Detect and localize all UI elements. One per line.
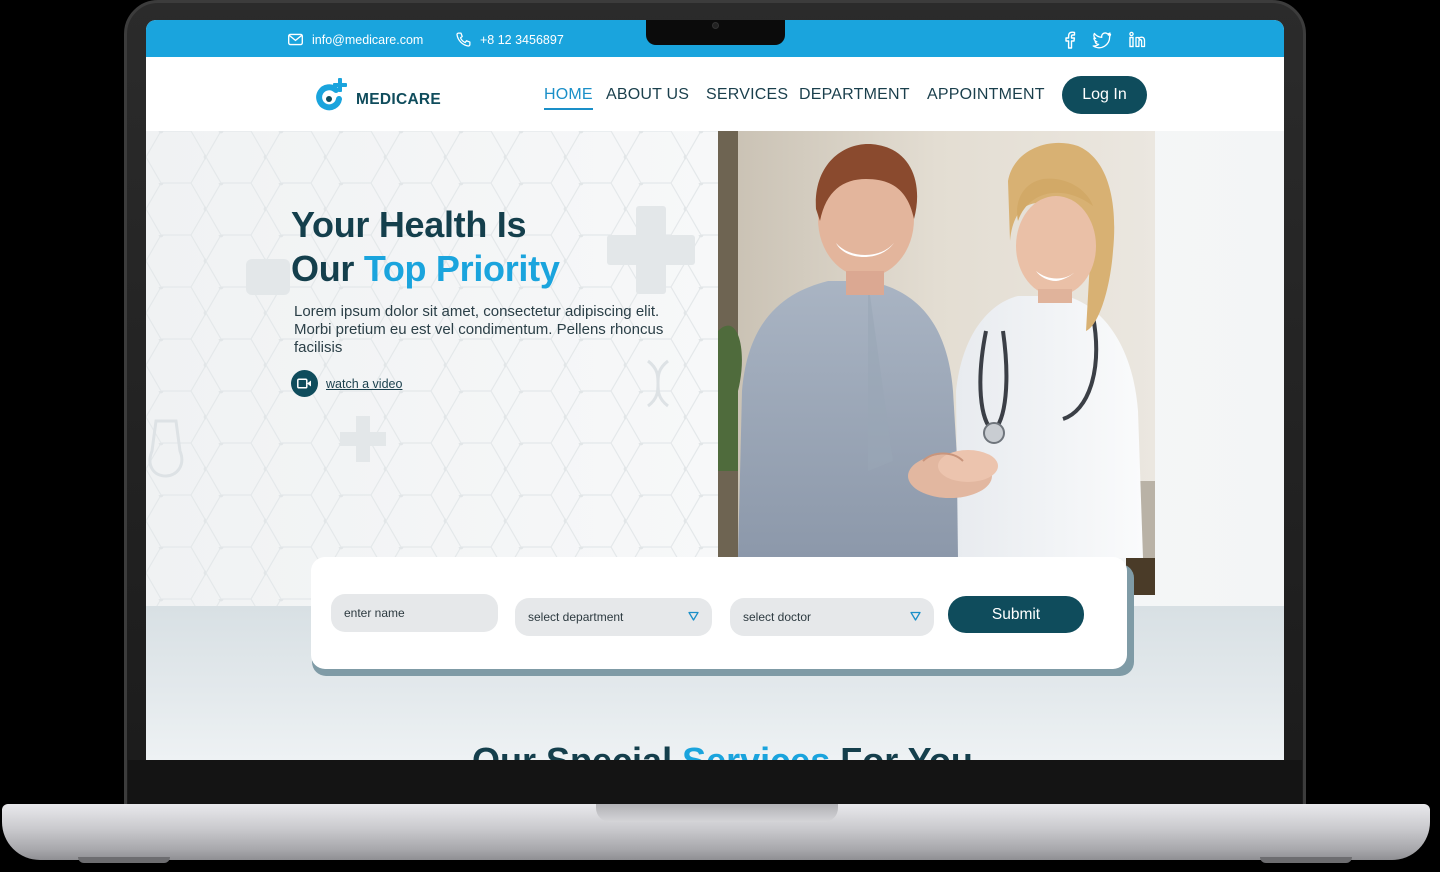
hero-section: Your Health Is Our Top Priority Lorem ip…: [146, 131, 1284, 606]
chevron-down-icon: [910, 611, 921, 621]
watch-video-label: watch a video: [326, 376, 403, 391]
facebook-icon[interactable]: [1060, 30, 1080, 50]
nav-home[interactable]: HOME: [544, 86, 593, 110]
laptop-foot: [78, 857, 170, 863]
laptop-screen: info@medicare.com +8 12 3456897 MEDICARE…: [146, 20, 1284, 760]
nav-home-label: HOME: [544, 86, 593, 103]
headline-accent: Top Priority: [363, 248, 560, 289]
medical-cross-logo-icon: [316, 78, 347, 111]
headline-prefix: Our: [291, 248, 364, 289]
laptop-hinge-groove: [596, 804, 838, 822]
nav-department[interactable]: DEPARTMENT: [799, 86, 910, 104]
headline-line-1: Your Health Is: [291, 204, 527, 245]
watch-video-link[interactable]: watch a video: [291, 370, 402, 397]
services-heading-suffix: For You: [830, 740, 973, 760]
submit-button-label: Submit: [991, 605, 1041, 623]
phone-text: +8 12 3456897: [480, 32, 564, 47]
department-select[interactable]: select department: [515, 598, 712, 636]
services-heading: Our Special Services For You: [472, 740, 973, 760]
mail-icon: [288, 33, 303, 46]
services-heading-prefix: Our Special: [472, 740, 682, 760]
nav-services[interactable]: SERVICES: [706, 86, 788, 104]
screen-notch: [646, 20, 785, 45]
nav-about-us-label: ABOUT US: [606, 86, 690, 103]
name-input[interactable]: enter name: [331, 594, 498, 632]
nav-department-label: DEPARTMENT: [799, 86, 910, 103]
email-contact[interactable]: info@medicare.com: [287, 31, 423, 48]
active-underline: [544, 108, 593, 110]
hero-description: Lorem ipsum dolor sit amet, consectetur …: [294, 303, 664, 356]
video-camera-icon: [291, 370, 318, 397]
chevron-down-icon: [688, 611, 699, 621]
nav-about-us[interactable]: ABOUT US: [606, 86, 689, 104]
laptop-foot: [1260, 857, 1352, 863]
brand-logo[interactable]: MEDICARE: [316, 77, 441, 113]
appointment-form: enter name select department select doct…: [311, 557, 1127, 669]
laptop-base: [2, 804, 1430, 860]
email-text: info@medicare.com: [312, 32, 424, 47]
linkedin-icon[interactable]: [1127, 30, 1147, 50]
doctor-select-placeholder: select doctor: [743, 610, 812, 624]
brand-name: MEDICARE: [356, 91, 442, 108]
doctor-select[interactable]: select doctor: [730, 598, 934, 636]
phone-icon: [456, 32, 471, 47]
nav-appointment[interactable]: APPOINTMENT: [927, 86, 1045, 104]
submit-button[interactable]: Submit: [948, 596, 1084, 633]
department-select-placeholder: select department: [528, 610, 624, 624]
headline-line-2: Our Top Priority: [291, 247, 560, 291]
login-button[interactable]: Log In: [1062, 76, 1147, 114]
services-heading-accent: Services: [682, 740, 830, 760]
login-button-label: Log In: [1082, 86, 1127, 103]
nav-appointment-label: APPOINTMENT: [927, 86, 1045, 103]
doctor-patient-photo: [718, 131, 1155, 558]
main-navbar: MEDICARE HOME ABOUT US SERVICES DEPARTME…: [146, 57, 1284, 131]
twitter-icon[interactable]: [1092, 30, 1112, 50]
camera-icon: [712, 22, 719, 29]
nav-services-label: SERVICES: [706, 86, 789, 103]
phone-contact[interactable]: +8 12 3456897: [455, 31, 564, 48]
hero-headline: Your Health Is Our Top Priority: [291, 203, 560, 291]
name-input-placeholder: enter name: [344, 606, 405, 620]
laptop-chin: [128, 760, 1302, 806]
